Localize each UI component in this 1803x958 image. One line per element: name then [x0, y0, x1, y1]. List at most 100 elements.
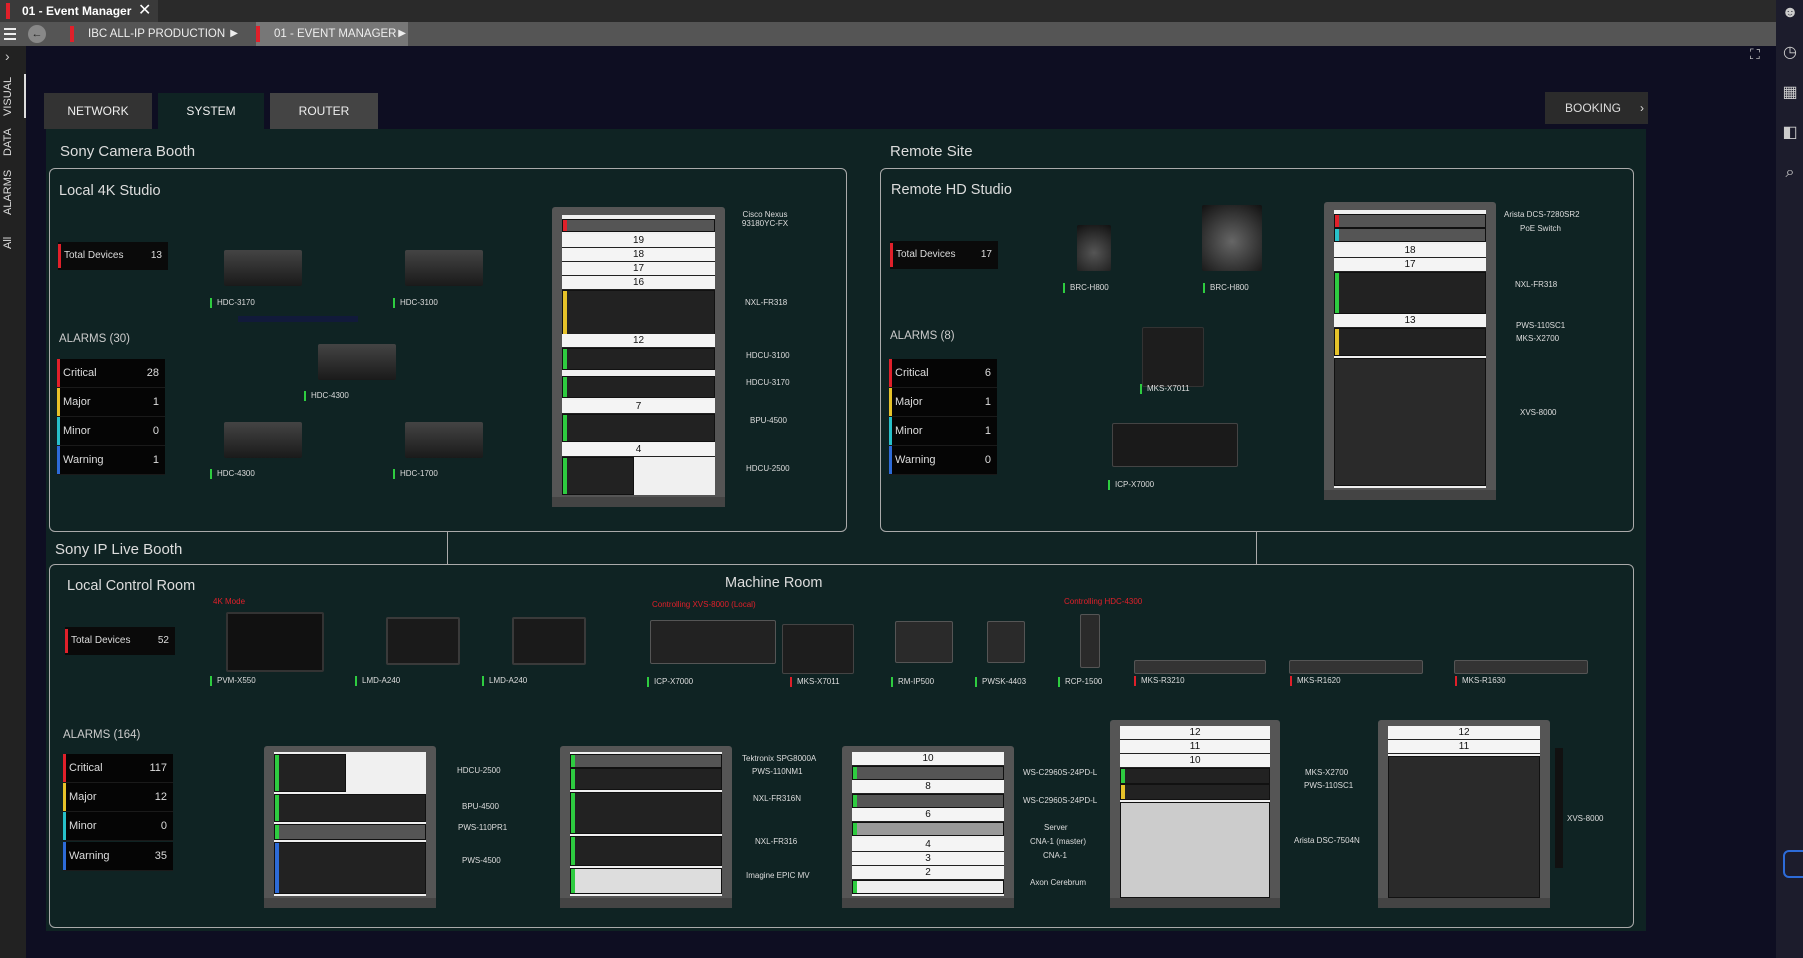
alarms-title: ALARMS (8): [890, 330, 955, 342]
tab-network[interactable]: NETWORK: [44, 93, 152, 129]
alarm-critical[interactable]: Critical 28: [57, 359, 165, 388]
alarm-warning[interactable]: Warning 0: [889, 446, 997, 475]
rack-label: Arista DSC-7504N: [1294, 836, 1360, 845]
search-icon[interactable]: ⌕: [1779, 162, 1801, 184]
breadcrumb-item-production[interactable]: IBC ALL-IP PRODUCTION ▶: [70, 22, 240, 46]
grid-icon[interactable]: ▦: [1779, 82, 1801, 104]
monitor-lmd-a240[interactable]: [386, 617, 460, 665]
equipment-rack[interactable]: 10 8 6 4 3 2: [842, 746, 1014, 908]
rack-interior: 19 18 17 16 12 7 4: [562, 215, 715, 495]
switcher-panel-icp-x7000[interactable]: [650, 620, 776, 664]
device-label: BRC-H800: [1203, 283, 1249, 293]
device-label: PVM-X550: [210, 676, 256, 686]
device-label: PWSK-4403: [975, 677, 1026, 687]
device-label: HDC-3100: [393, 298, 438, 308]
ptz-camera-brc-h800[interactable]: [1077, 225, 1111, 271]
alarm-minor[interactable]: Minor 1: [889, 417, 997, 446]
fullscreen-icon[interactable]: ⛶: [1750, 46, 1766, 62]
router-panel-mks-r1620[interactable]: [1289, 660, 1423, 674]
ptz-camera-brc-h800[interactable]: [1202, 205, 1262, 271]
rack-slot-number: 11: [1120, 740, 1270, 754]
device-label: HDC-3170: [210, 298, 255, 308]
alarm-critical[interactable]: Critical 6: [889, 359, 997, 388]
rack-label: NXL-FR316: [755, 837, 798, 846]
panel-pwsk-4403[interactable]: [987, 621, 1025, 663]
back-icon[interactable]: ←: [28, 25, 46, 43]
alarm-warning[interactable]: Warning 1: [57, 446, 165, 475]
camera-hdc-1700[interactable]: [405, 422, 483, 458]
rack-label: PWS-110PR1: [458, 823, 508, 832]
equipment-rack[interactable]: [264, 746, 436, 908]
rack-label: Imagine EPIC MV: [746, 871, 810, 880]
breadcrumb-item-event-manager[interactable]: 01 - EVENT MANAGER ▶: [256, 22, 408, 46]
monitor-lmd-a240[interactable]: [512, 617, 586, 665]
breadcrumb-label: IBC ALL-IP PRODUCTION: [88, 28, 226, 40]
alarm-major[interactable]: Major 12: [63, 783, 173, 812]
alarm-minor[interactable]: Minor 0: [63, 812, 173, 841]
rack-slot-number: 17: [562, 262, 715, 276]
rack-slot-number: 10: [852, 752, 1004, 766]
status-stripe: [70, 26, 74, 42]
equipment-rack[interactable]: 18 17 13: [1324, 202, 1496, 500]
switcher-panel-icp-x7000[interactable]: [1112, 423, 1238, 467]
user-icon[interactable]: ☻: [1779, 2, 1801, 24]
section-sony-ip-live-booth: Sony IP Live Booth: [55, 541, 183, 558]
tab-all[interactable]: All: [2, 232, 24, 254]
alarm-minor[interactable]: Minor 0: [57, 417, 165, 446]
total-devices-card: Total Devices 52: [65, 627, 175, 655]
teamviewer-icon[interactable]: [1783, 850, 1803, 878]
tab-data[interactable]: DATA: [2, 124, 24, 160]
control-panel-mks-x7011[interactable]: [1142, 327, 1204, 387]
rack-slot-number: 12: [1388, 726, 1540, 740]
tab-visual[interactable]: VISUAL: [2, 74, 26, 118]
section-sony-camera-booth: Sony Camera Booth: [60, 143, 196, 160]
total-devices-label: Total Devices: [896, 249, 956, 260]
rcp-1500[interactable]: [1080, 614, 1100, 668]
camera-hdc-3170[interactable]: [224, 250, 302, 286]
alarm-major[interactable]: Major 1: [57, 388, 165, 417]
total-devices-card: Total Devices 17: [890, 241, 998, 269]
rack-slot-number: 4: [852, 838, 1004, 852]
tab-alarms[interactable]: ALARMS: [2, 166, 24, 218]
total-devices-value: 52: [157, 635, 169, 646]
rack-label: WS-C2960S-24PD-L: [1023, 768, 1098, 777]
rack-label: XVS-8000: [1520, 408, 1557, 417]
tab-router-control[interactable]: ROUTER CONTROL: [270, 93, 378, 154]
expand-icon[interactable]: ›: [5, 48, 10, 64]
rack-label: PWS-4500: [462, 856, 501, 865]
note-controlling-xvs: Controlling XVS-8000 (Local): [652, 600, 756, 609]
rack-label: CNA-1: [1043, 851, 1068, 860]
note-controlling-hdc: Controlling HDC-4300: [1064, 597, 1143, 606]
router-panel-mks-r1630[interactable]: [1454, 660, 1588, 674]
remote-panel-rm-ip500[interactable]: [895, 621, 953, 663]
monitor-pvm-x550[interactable]: [226, 612, 324, 672]
equipment-rack[interactable]: 12 11 10: [1110, 720, 1280, 908]
camera-hdc-3100[interactable]: [405, 250, 483, 286]
close-icon[interactable]: ✕: [138, 0, 151, 22]
equipment-rack[interactable]: [560, 746, 732, 908]
camera-hdc-4300[interactable]: [318, 344, 396, 380]
alarm-warning[interactable]: Warning 35: [63, 842, 173, 871]
alarm-major[interactable]: Major 1: [889, 388, 997, 417]
rack-slot-number: 7: [562, 400, 715, 414]
breadcrumb-label: 01 - EVENT MANAGER: [274, 28, 397, 40]
rack-unit: [562, 348, 715, 370]
window-tab[interactable]: 01 - Event Manager ✕: [0, 0, 158, 22]
camera-hdc-4300[interactable]: [224, 422, 302, 458]
rack-label: PWS-110SC1: [1304, 781, 1354, 790]
menu-icon[interactable]: [2, 25, 18, 43]
alarms-title: ALARMS (30): [59, 333, 130, 345]
booking-button[interactable]: BOOKING ›: [1545, 92, 1648, 124]
layout-icon[interactable]: ◧: [1779, 122, 1801, 144]
alarm-critical[interactable]: Critical 117: [63, 754, 173, 783]
tab-system[interactable]: SYSTEM: [158, 93, 264, 129]
connector-line: [447, 531, 448, 564]
equipment-rack[interactable]: 12 11: [1378, 720, 1550, 908]
device-label: LMD-A240: [355, 676, 400, 686]
control-panel-mks-x7011[interactable]: [782, 624, 854, 674]
equipment-rack[interactable]: 19 18 17 16 12 7 4: [552, 207, 725, 507]
local-4k-studio-box[interactable]: [49, 168, 847, 532]
device-label: RM-IP500: [891, 677, 934, 687]
router-panel-mks-r3210[interactable]: [1134, 660, 1266, 674]
history-icon[interactable]: ◷: [1779, 42, 1801, 64]
